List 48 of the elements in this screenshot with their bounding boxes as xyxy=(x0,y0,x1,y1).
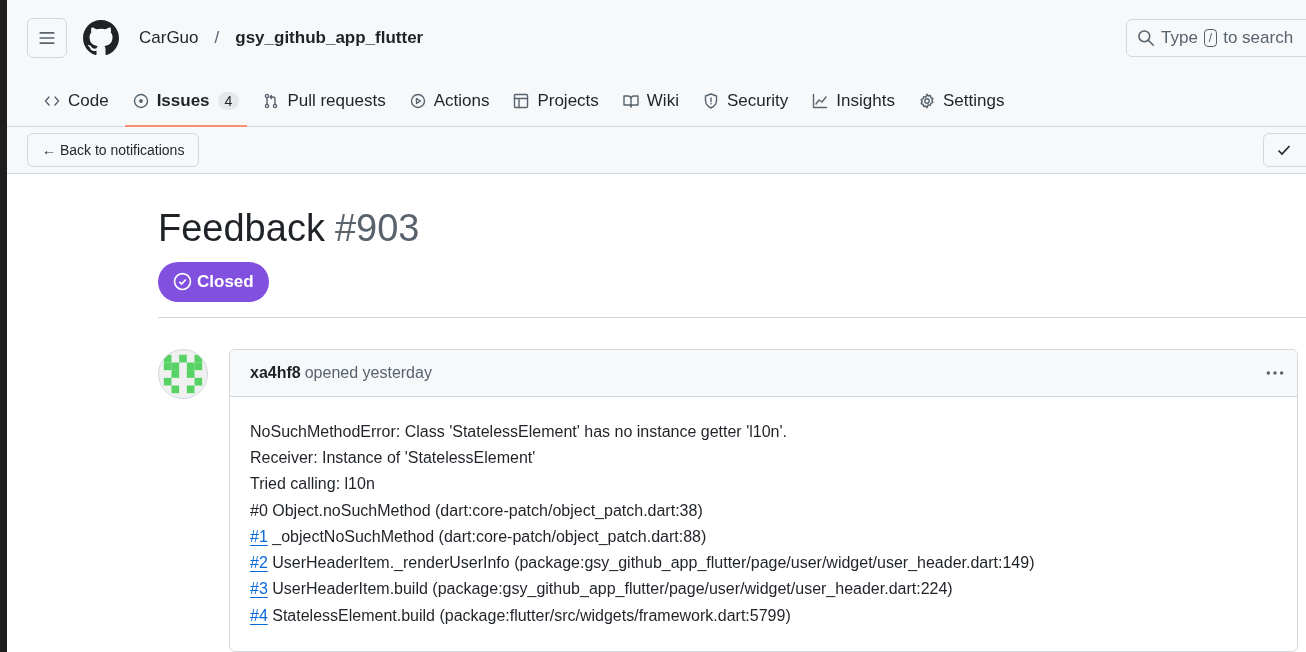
repo-tab[interactable]: Code xyxy=(36,76,117,127)
mark-done-button[interactable] xyxy=(1263,132,1306,167)
play-icon xyxy=(409,92,426,109)
author-link[interactable]: xa4hf8 xyxy=(250,363,301,382)
stack-trace-line: #4 StatelessElement.build (package:flutter/src/widgets/framework.dart:5799) xyxy=(250,605,792,626)
stack-trace-line: #0 Object.noSuchMethod (dart:core-patch/object_patch.dart:38) xyxy=(250,500,704,521)
repo-tab[interactable]: Pull requests xyxy=(255,76,394,127)
stack-trace-line: Tried calling: l10n xyxy=(250,474,376,495)
repo-tab[interactable]: Security xyxy=(694,76,797,127)
status-badge: Closed xyxy=(158,261,269,302)
breadcrumb-separator: / xyxy=(214,28,220,48)
repo-link[interactable]: gsy_github_app_flutter xyxy=(235,28,424,48)
stack-trace-line: #3 UserHeaderItem.build (package:gsy_github_app_flutter/page/user/widget/user_header.dart:224) xyxy=(250,579,954,600)
frame-link[interactable]: #1 xyxy=(250,527,268,545)
repo-tab[interactable]: Projects xyxy=(505,76,607,127)
book-icon xyxy=(622,92,639,109)
check-circle-icon xyxy=(173,272,192,292)
more-options-button[interactable] xyxy=(1265,370,1285,375)
menu-icon xyxy=(38,29,56,47)
frame-link[interactable]: #2 xyxy=(250,554,268,572)
owner-link[interactable]: CarGuo xyxy=(139,28,199,48)
stack-trace-line: #1 _objectNoSuchMethod (dart:core-patch/object_patch.dart:88) xyxy=(250,526,708,547)
issue-number: #903 xyxy=(334,205,420,251)
more-options-icon xyxy=(1265,370,1285,375)
circle-dot-icon xyxy=(132,92,149,109)
repo-tab[interactable]: Actions xyxy=(401,76,498,127)
frame-link[interactable]: #4 xyxy=(250,606,268,624)
line-graph-icon xyxy=(812,92,829,109)
octocat-logo-icon[interactable] xyxy=(83,20,119,56)
stack-trace-line: Receiver: Instance of 'StatelessElement' xyxy=(250,447,537,468)
pull-request-icon xyxy=(263,92,280,109)
issue-count: 4 xyxy=(217,91,240,110)
menu-button[interactable] xyxy=(27,18,67,58)
frame-link[interactable]: #3 xyxy=(250,580,268,598)
stack-trace-line: #2 UserHeaderItem._renderUserInfo (package:gsy_github_app_flutter/page/user/widget/user_header.dart:149) xyxy=(250,553,1036,574)
repo-tab[interactable]: Wiki xyxy=(614,76,687,127)
issue-title: Feedback xyxy=(158,205,325,251)
shield-icon xyxy=(702,92,719,109)
repo-tab[interactable]: Insights xyxy=(804,76,903,127)
table-icon xyxy=(513,92,530,109)
stack-trace-line: NoSuchMethodError: Class 'StatelessElement' has no instance getter 'l10n'. xyxy=(250,421,788,442)
search-icon xyxy=(1137,29,1155,47)
search-field[interactable]: Type / to search xyxy=(1126,19,1306,57)
gear-icon xyxy=(918,92,935,109)
avatar[interactable] xyxy=(158,348,208,399)
repo-tab[interactable]: Settings xyxy=(910,76,1013,127)
comment-meta: opened yesterday xyxy=(304,363,432,382)
back-button[interactable]: ← Back to notifications xyxy=(27,132,200,167)
